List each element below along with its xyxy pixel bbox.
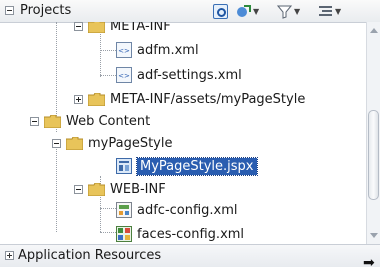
tree-item-label: myPageStyle bbox=[88, 135, 173, 151]
tree-folder-meta-inf[interactable]: META-INF bbox=[88, 22, 171, 36]
folder-icon bbox=[88, 182, 105, 196]
tree-item-label: adfm.xml bbox=[137, 42, 199, 58]
collapse-toggle[interactable] bbox=[74, 185, 83, 194]
folder-icon bbox=[44, 114, 61, 128]
vertical-scrollbar[interactable] bbox=[366, 22, 380, 244]
faces-config-file-icon bbox=[116, 226, 132, 242]
xml-file-icon: <> bbox=[116, 42, 132, 58]
svg-text:<>: <> bbox=[118, 47, 130, 55]
tree-file-adfm-xml[interactable]: <> adfm.xml bbox=[116, 40, 199, 60]
tree-file-adfc-config-xml[interactable]: adfc-config.xml bbox=[116, 200, 238, 220]
collapse-projects-toggle[interactable] bbox=[5, 6, 14, 15]
tree-guide-line bbox=[100, 50, 116, 51]
find-icon bbox=[213, 3, 228, 19]
xml-file-icon: <> bbox=[116, 67, 132, 83]
collapse-toggle[interactable] bbox=[30, 117, 39, 126]
tree-folder-mypagestyle[interactable]: myPageStyle bbox=[66, 133, 172, 153]
tree-file-adf-settings-xml[interactable]: <> adf-settings.xml bbox=[116, 65, 242, 85]
tree-item-label: faces-config.xml bbox=[137, 226, 245, 242]
expand-toggle[interactable] bbox=[74, 95, 83, 104]
jspx-file-icon bbox=[116, 158, 132, 174]
task-flow-file-icon bbox=[116, 202, 132, 218]
chevron-down-icon: ▼ bbox=[335, 6, 342, 16]
chevron-down-icon: ▼ bbox=[294, 6, 301, 16]
application-resources-title: Application Resources bbox=[18, 248, 162, 263]
scrollbar-thumb[interactable] bbox=[368, 110, 379, 200]
tree-item-label: META-INF bbox=[110, 22, 171, 34]
resize-cursor-icon: ➡ bbox=[363, 255, 375, 271]
tree-file-mypagestyle-jspx[interactable]: MyPageStyle.jspx bbox=[116, 156, 258, 176]
find-button[interactable] bbox=[213, 3, 228, 19]
tree-guide-line bbox=[100, 75, 116, 76]
collapse-toggle[interactable] bbox=[74, 22, 83, 31]
tree-guide-line bbox=[100, 232, 116, 233]
tree-item-label: MyPageStyle.jspx bbox=[136, 156, 258, 176]
chevron-down-icon: ▼ bbox=[253, 6, 260, 16]
sort-button[interactable]: ▼ bbox=[318, 3, 341, 19]
tree-folder-web-inf[interactable]: WEB-INF bbox=[88, 179, 166, 199]
scroll-down-arrow-icon[interactable] bbox=[370, 233, 378, 238]
projects-panel-header: Projects ▼ ▼ ▼ bbox=[0, 0, 380, 23]
tree-item-label: adf-settings.xml bbox=[137, 67, 242, 83]
folder-icon bbox=[88, 92, 105, 106]
scroll-up-arrow-icon[interactable] bbox=[370, 28, 378, 33]
tree-item-label: META-INF/assets/myPageStyle bbox=[110, 91, 306, 107]
filter-button[interactable]: ▼ bbox=[277, 3, 300, 19]
collapse-toggle[interactable] bbox=[52, 139, 61, 148]
filter-icon bbox=[277, 4, 292, 19]
project-tree[interactable]: META-INF <> adfm.xml <> adf-settings.xml… bbox=[0, 22, 366, 244]
tree-item-label: WEB-INF bbox=[110, 181, 166, 197]
folder-icon bbox=[66, 136, 83, 150]
tree-guide-line bbox=[56, 146, 57, 232]
working-sets-button[interactable]: ▼ bbox=[236, 3, 259, 19]
sort-icon bbox=[318, 4, 333, 19]
expand-application-resources-toggle[interactable] bbox=[5, 251, 14, 260]
tree-item-label: Web Content bbox=[66, 113, 151, 129]
tree-guide-line bbox=[100, 208, 116, 209]
tree-item-label: adfc-config.xml bbox=[137, 202, 238, 218]
application-resources-panel-header[interactable]: Application Resources ➡ bbox=[0, 244, 380, 271]
working-sets-icon bbox=[236, 4, 251, 19]
folder-icon bbox=[88, 22, 105, 33]
svg-text:<>: <> bbox=[118, 72, 130, 80]
tree-file-faces-config-xml[interactable]: faces-config.xml bbox=[116, 224, 244, 244]
tree-folder-meta-inf-assets[interactable]: META-INF/assets/myPageStyle bbox=[88, 89, 305, 109]
projects-title: Projects bbox=[20, 3, 72, 18]
tree-folder-web-content[interactable]: Web Content bbox=[44, 111, 150, 131]
